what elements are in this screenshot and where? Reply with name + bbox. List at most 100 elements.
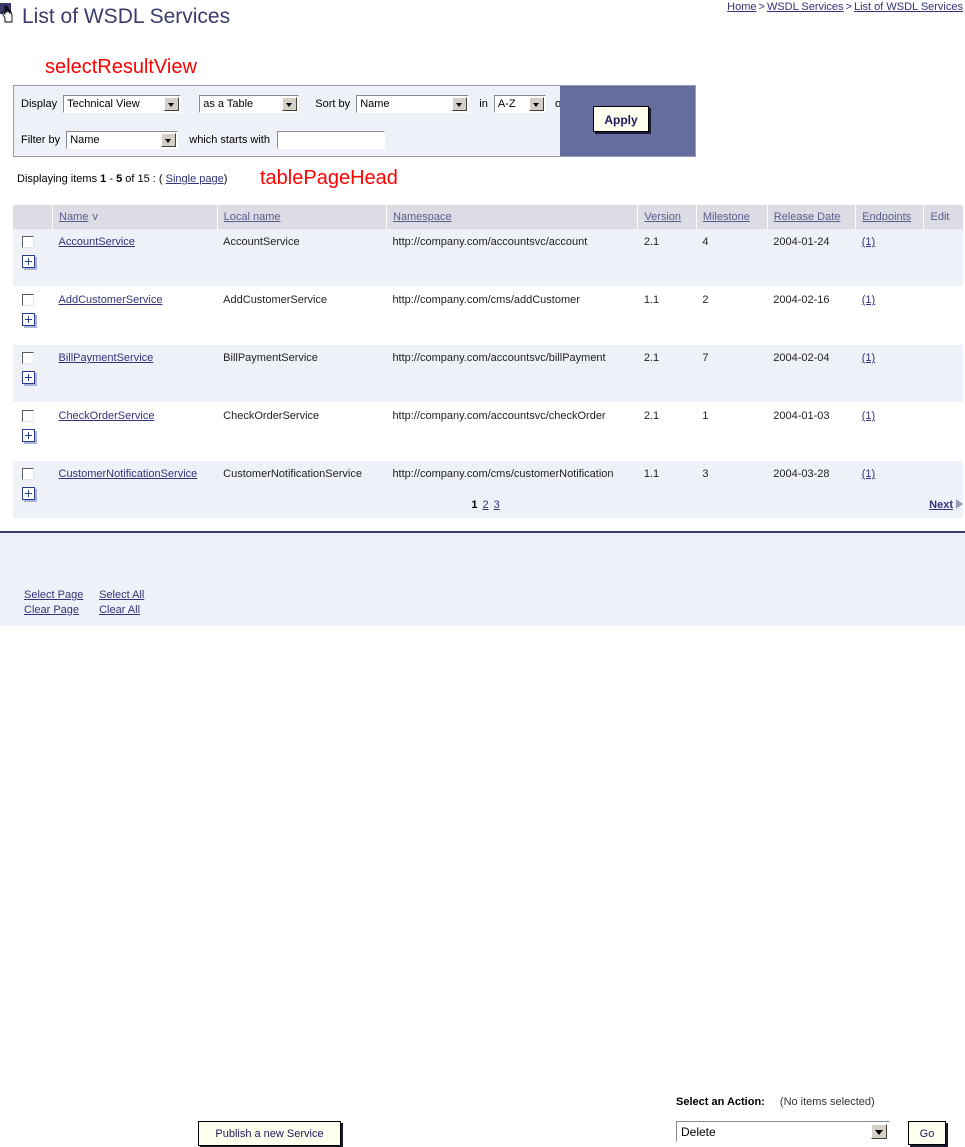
row-namespace-cell: http://company.com/cms/addCustomer: [386, 286, 638, 345]
breadcrumb-item-wsdl-services[interactable]: WSDL Services: [767, 1, 844, 13]
row-release-date-cell: 2004-02-04: [767, 344, 856, 403]
column-header-endpoints-link[interactable]: Endpoints: [862, 211, 911, 223]
sort-by-select[interactable]: Name: [356, 95, 470, 113]
clear-all-link[interactable]: Clear All: [99, 603, 140, 618]
chevron-down-icon[interactable]: [871, 1124, 887, 1139]
endpoints-link[interactable]: (1): [862, 410, 875, 422]
services-table: Name v Local name Namespace Version Miles…: [13, 205, 963, 519]
row-select-cell: [13, 344, 53, 403]
page-link-2[interactable]: 2: [482, 499, 488, 511]
column-header-name-link[interactable]: Name: [59, 211, 88, 223]
chevron-down-icon[interactable]: [282, 97, 298, 111]
checkbox-icon[interactable]: [22, 294, 34, 306]
checkbox-icon[interactable]: [22, 410, 34, 422]
expand-plus-icon[interactable]: [22, 255, 35, 268]
service-name-link[interactable]: BillPaymentService: [59, 352, 154, 364]
column-header-namespace-link[interactable]: Namespace: [393, 211, 452, 223]
display-sort-row: Display Technical View as a Table Sort b…: [21, 95, 581, 113]
which-starts-with-label: which starts with: [189, 134, 270, 146]
sort-order-value: A-Z: [497, 98, 516, 110]
row-namespace-cell: http://company.com/accountsvc/account: [386, 229, 638, 287]
selection-links-column-page: Select Page Clear Page: [24, 588, 96, 618]
column-header-milestone[interactable]: Milestone: [696, 205, 768, 229]
service-name-link[interactable]: CustomerNotificationService: [59, 468, 198, 480]
row-edit-cell[interactable]: [923, 286, 963, 345]
row-name-cell: AccountService: [52, 229, 218, 287]
sort-by-value: Name: [360, 98, 390, 110]
apply-button[interactable]: Apply: [593, 106, 649, 132]
page-title: List of WSDL Services: [22, 5, 231, 28]
row-release-date-cell: 2004-02-16: [767, 286, 856, 345]
column-header-name[interactable]: Name v: [52, 205, 218, 229]
row-milestone-cell: 2: [696, 286, 768, 345]
total-count-text: of 15 : (: [125, 173, 163, 185]
chevron-down-icon[interactable]: [164, 97, 180, 111]
row-name-cell: AddCustomerService: [52, 286, 218, 345]
service-name-link[interactable]: AccountService: [59, 236, 135, 248]
row-name-cell: CheckOrderService: [52, 402, 218, 461]
filter-by-label: Filter by: [21, 134, 61, 146]
select-all-link[interactable]: Select All: [99, 588, 144, 603]
column-header-local-name-link[interactable]: Local name: [224, 211, 281, 223]
display-view-select[interactable]: Technical View: [63, 95, 182, 113]
column-header-version-link[interactable]: Version: [644, 211, 681, 223]
row-version-cell: 1.1: [637, 286, 697, 345]
column-header-endpoints[interactable]: Endpoints: [855, 205, 925, 229]
column-header-milestone-link[interactable]: Milestone: [703, 211, 750, 223]
row-edit-cell[interactable]: [923, 402, 963, 461]
next-page-control[interactable]: Next: [929, 499, 963, 511]
table-row: BillPaymentService BillPaymentService ht…: [13, 344, 963, 403]
expand-plus-icon[interactable]: [22, 429, 35, 442]
clear-page-link[interactable]: Clear Page: [24, 603, 79, 618]
single-page-link[interactable]: Single page: [166, 173, 224, 185]
endpoints-link[interactable]: (1): [862, 236, 875, 248]
next-page-link[interactable]: Next: [929, 499, 953, 511]
annotation-table-page-head: tablePageHead: [260, 167, 398, 189]
service-name-link[interactable]: AddCustomerService: [59, 294, 163, 306]
range-dash: -: [109, 173, 114, 185]
chevron-down-icon[interactable]: [452, 97, 468, 111]
breadcrumb-item-home[interactable]: Home: [727, 1, 756, 13]
action-select[interactable]: Delete: [676, 1121, 890, 1142]
select-page-link[interactable]: Select Page: [24, 588, 83, 603]
page-link-3[interactable]: 3: [494, 499, 500, 511]
row-edit-cell[interactable]: [923, 344, 963, 403]
action-header-row: Select an Action: (No items selected): [676, 1096, 875, 1108]
column-header-version[interactable]: Version: [637, 205, 697, 229]
current-page-number: 1: [471, 499, 478, 511]
row-local-name-cell: CheckOrderService: [217, 402, 387, 461]
chevron-down-icon[interactable]: [528, 97, 544, 111]
page-number-list: 123: [471, 499, 504, 511]
row-name-cell: BillPaymentService: [52, 344, 218, 403]
display-format-select[interactable]: as a Table: [199, 95, 300, 113]
column-header-local-name[interactable]: Local name: [217, 205, 387, 229]
checkbox-icon[interactable]: [22, 236, 34, 248]
breadcrumb: Home > WSDL Services > List of WSDL Services: [727, 1, 963, 13]
chevron-down-icon[interactable]: [161, 133, 177, 147]
table-row: AccountService AccountService http://com…: [13, 229, 963, 287]
endpoints-link[interactable]: (1): [862, 294, 875, 306]
expand-plus-icon[interactable]: [22, 313, 35, 326]
column-header-release-date-link[interactable]: Release Date: [774, 211, 841, 223]
endpoints-link[interactable]: (1): [862, 468, 875, 480]
expand-plus-icon[interactable]: [22, 371, 35, 384]
sort-order-select[interactable]: A-Z: [493, 95, 546, 113]
row-local-name-cell: AccountService: [217, 229, 387, 287]
row-edit-cell[interactable]: [923, 229, 963, 287]
publish-new-service-button[interactable]: Publish a new Service: [198, 1121, 341, 1146]
checkbox-icon[interactable]: [22, 352, 34, 364]
breadcrumb-item-list-of-wsdl-services[interactable]: List of WSDL Services: [854, 1, 963, 13]
endpoints-link[interactable]: (1): [862, 352, 875, 364]
filter-text-input[interactable]: [277, 131, 386, 149]
row-endpoints-cell: (1): [855, 286, 924, 345]
service-name-link[interactable]: CheckOrderService: [59, 410, 155, 422]
action-select-wrapper: Delete: [676, 1121, 890, 1142]
go-button[interactable]: Go: [908, 1121, 946, 1145]
filter-by-select[interactable]: Name: [66, 131, 179, 149]
checkbox-icon[interactable]: [22, 468, 34, 480]
breadcrumb-separator: >: [845, 1, 852, 13]
column-header-namespace[interactable]: Namespace: [386, 205, 639, 229]
table-page-head: Displaying items 1 - 5 of 15 : ( Single …: [17, 173, 227, 185]
table-page-navigator: 123 Next: [13, 499, 963, 521]
column-header-release-date[interactable]: Release Date: [767, 205, 857, 229]
